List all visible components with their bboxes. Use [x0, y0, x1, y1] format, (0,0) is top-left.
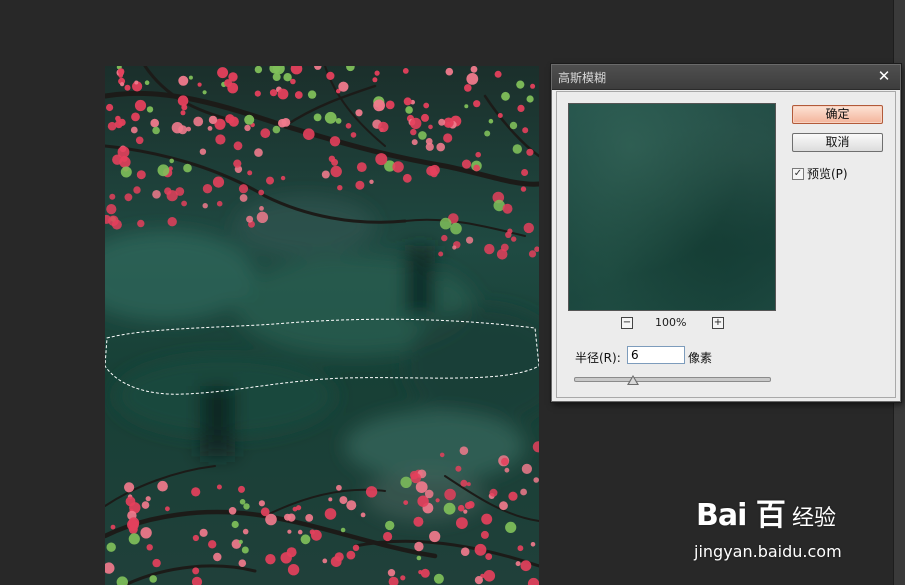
- zoom-in-icon[interactable]: +: [712, 317, 724, 329]
- gaussian-blur-dialog: 高斯模糊 ✕ − 100% + 确定 取消 ✓ 预览(P) 半径(R): 像素: [551, 64, 901, 402]
- dialog-title: 高斯模糊: [558, 71, 607, 85]
- baidu-logo: Bai 百: [696, 498, 786, 533]
- zoom-out-icon[interactable]: −: [621, 317, 633, 329]
- radius-slider-track[interactable]: [574, 377, 771, 382]
- image-canvas[interactable]: [105, 66, 539, 585]
- jingyan-label: 经验: [792, 506, 837, 531]
- blur-preview[interactable]: [568, 103, 776, 311]
- radius-label: 半径(R):: [575, 351, 621, 365]
- preview-checkbox[interactable]: ✓: [792, 168, 804, 180]
- baidu-jingyan-watermark: Bai 百 经验 jingyan.baidu.com: [690, 484, 870, 564]
- radius-unit: 像素: [688, 351, 713, 365]
- dialog-body: − 100% + 确定 取消 ✓ 预览(P) 半径(R): 像素: [556, 91, 896, 398]
- preview-label[interactable]: 预览(P): [807, 165, 848, 182]
- zoom-level: 100%: [655, 316, 687, 329]
- cancel-button[interactable]: 取消: [792, 133, 883, 152]
- radius-slider-thumb[interactable]: [626, 375, 639, 385]
- dialog-titlebar[interactable]: 高斯模糊 ✕: [552, 65, 900, 90]
- watermark-url: jingyan.baidu.com: [694, 542, 842, 561]
- photo-image: [105, 66, 539, 585]
- close-icon[interactable]: ✕: [874, 66, 894, 86]
- ok-button[interactable]: 确定: [792, 105, 883, 124]
- radius-input[interactable]: [627, 346, 685, 364]
